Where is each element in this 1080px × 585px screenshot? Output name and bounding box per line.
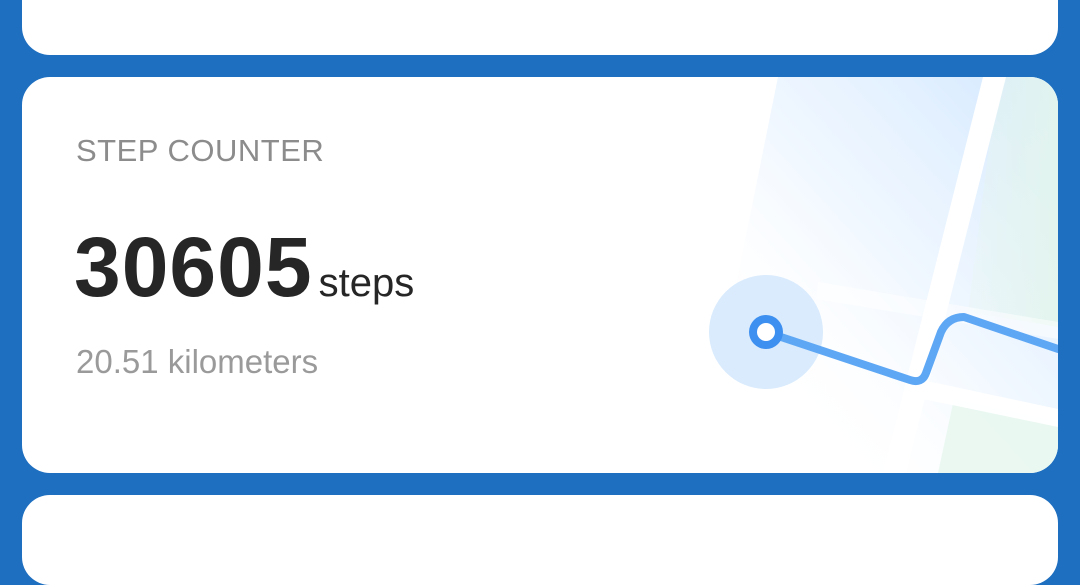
card-title: STEP COUNTER <box>76 133 325 168</box>
steps-unit: steps <box>318 261 415 305</box>
previous-card[interactable] <box>22 0 1058 55</box>
location-dot-icon <box>749 315 783 349</box>
steps-display: 30605 steps <box>74 225 414 309</box>
map-route-illustration <box>698 77 1058 473</box>
step-counter-card[interactable]: STEP COUNTER 30605 steps 20.51 kilometers <box>22 77 1058 473</box>
next-card[interactable] <box>22 495 1058 585</box>
steps-value: 30605 <box>74 220 313 314</box>
distance-text: 20.51 kilometers <box>76 343 319 380</box>
